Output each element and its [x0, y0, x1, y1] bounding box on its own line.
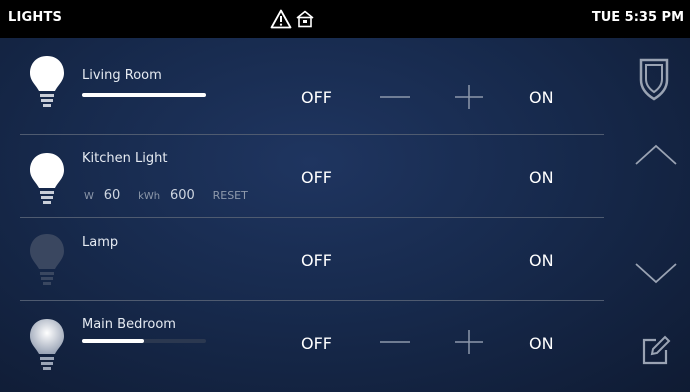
plus-icon[interactable] — [452, 330, 486, 354]
dimmer-level-bar[interactable] — [82, 93, 206, 97]
light-row-kitchen: Kitchen Light W 60 kWh 600 RESET OFF ON — [0, 135, 620, 217]
light-row-living-room: Living Room OFF ON — [0, 38, 620, 120]
edit-icon[interactable] — [640, 334, 672, 366]
lights-panel: Living Room OFF ON Kitchen Light W 60 kW… — [0, 38, 690, 392]
light-name: Lamp — [82, 235, 119, 250]
reset-button[interactable]: RESET — [213, 189, 248, 202]
lightbulb-icon — [30, 153, 64, 204]
kwh-value: 600 — [169, 188, 195, 203]
light-row-lamp: Lamp OFF ON — [0, 218, 620, 300]
chevron-up-icon[interactable] — [633, 140, 679, 168]
lightbulb-icon — [30, 56, 64, 107]
minus-icon[interactable] — [378, 85, 412, 109]
dimmer-level-fill — [82, 339, 144, 343]
home-alert-icon[interactable] — [295, 9, 315, 29]
lightbulb-icon — [30, 319, 64, 370]
light-name: Living Room — [82, 68, 162, 83]
on-button[interactable]: ON — [529, 168, 554, 187]
chevron-down-icon[interactable] — [633, 260, 679, 288]
light-name: Kitchen Light — [82, 151, 168, 166]
on-button[interactable]: ON — [529, 334, 554, 353]
watts-label: W — [84, 191, 94, 202]
minus-icon[interactable] — [378, 330, 412, 354]
watts-value: 60 — [103, 188, 121, 203]
off-button[interactable]: OFF — [301, 88, 332, 107]
light-row-main-bedroom: Main Bedroom OFF ON — [0, 301, 620, 383]
light-name: Main Bedroom — [82, 317, 176, 332]
energy-readout: W 60 kWh 600 RESET — [84, 188, 254, 203]
plus-icon[interactable] — [452, 85, 486, 109]
warning-icon[interactable] — [270, 9, 292, 29]
lightbulb-icon — [30, 234, 64, 285]
dimmer-level-bar[interactable] — [82, 339, 206, 343]
on-button[interactable]: ON — [529, 251, 554, 270]
clock: TUE 5:35 PM — [591, 10, 684, 25]
off-button[interactable]: OFF — [301, 251, 332, 270]
page-title: LIGHTS — [8, 10, 63, 25]
status-icons — [270, 7, 315, 31]
off-button[interactable]: OFF — [301, 168, 332, 187]
shield-icon[interactable] — [637, 56, 671, 102]
off-button[interactable]: OFF — [301, 334, 332, 353]
on-button[interactable]: ON — [529, 88, 554, 107]
kwh-label: kWh — [138, 191, 161, 202]
dimmer-level-fill — [82, 93, 206, 97]
top-bar: LIGHTS TUE 5:35 PM — [0, 0, 690, 38]
